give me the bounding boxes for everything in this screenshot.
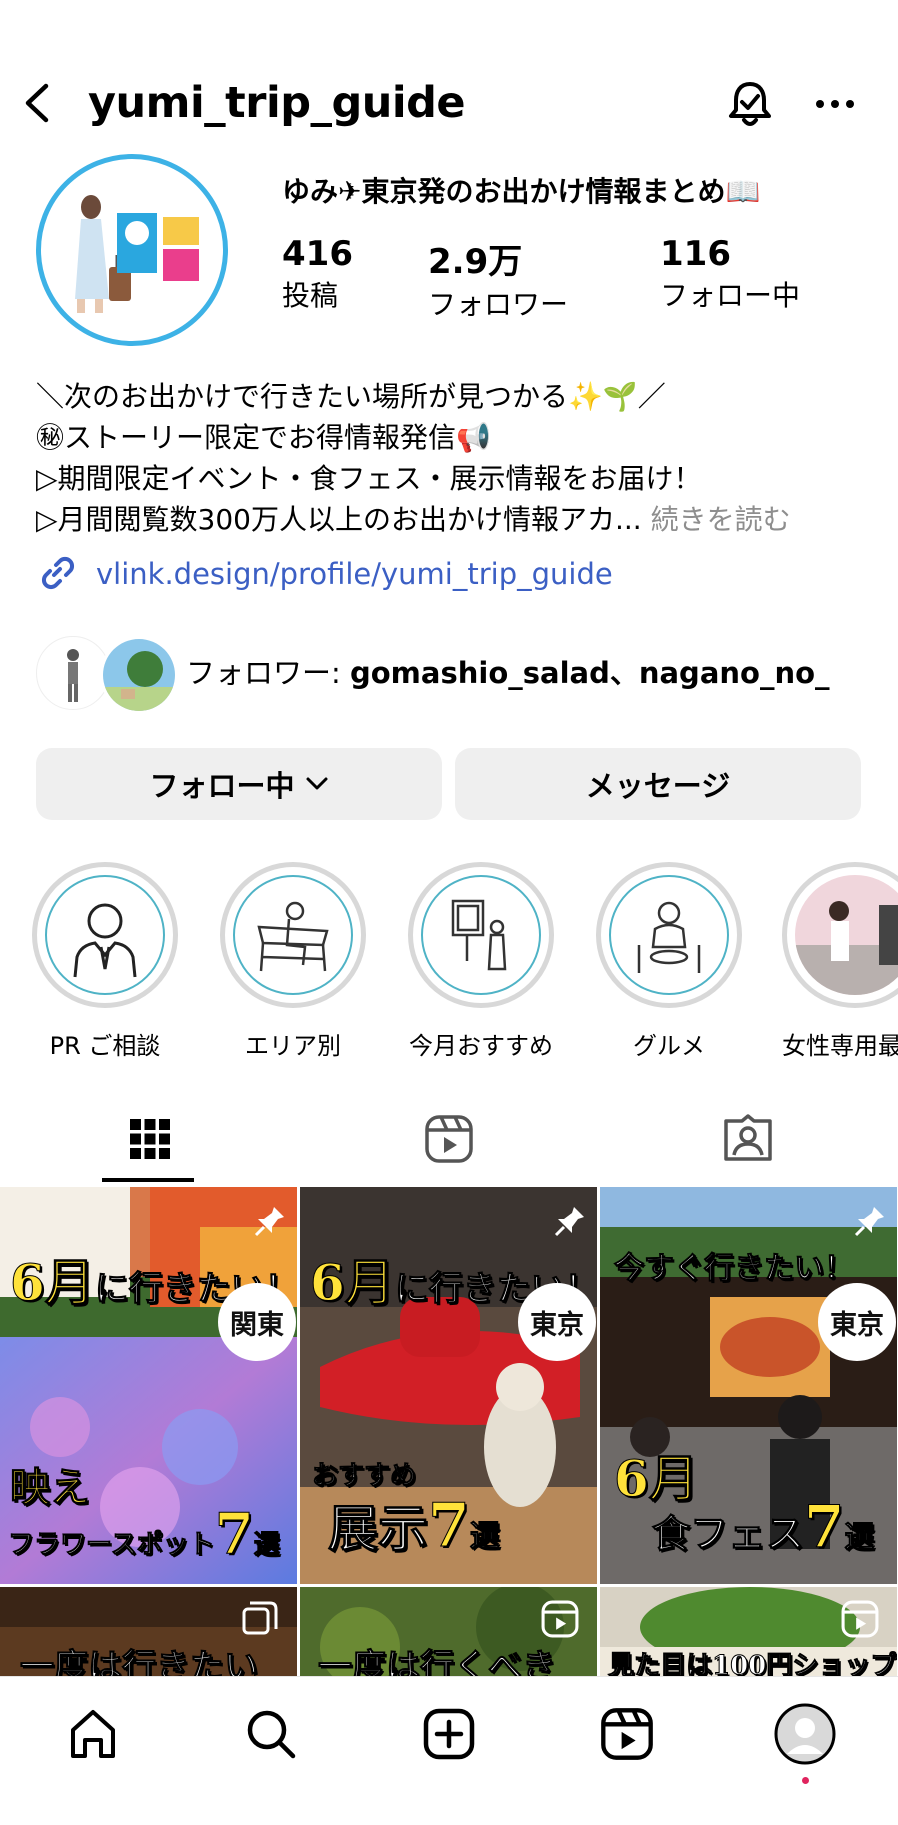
- post-title-num: 7: [804, 1493, 845, 1562]
- bio-more-link[interactable]: 続きを読む: [651, 503, 791, 536]
- highlight-pr[interactable]: PR ご相談: [30, 862, 180, 1061]
- stat-following-label: フォロー中: [660, 279, 801, 312]
- highlight-label: グルメ: [633, 1032, 705, 1060]
- stat-posts[interactable]: 416 投稿: [282, 234, 353, 314]
- post-region-badge: 東京: [818, 1283, 896, 1361]
- display-name: ゆみ✈東京発のお出かけ情報まとめ📖: [282, 175, 761, 208]
- back-icon[interactable]: [18, 78, 58, 128]
- post-tile[interactable]: 見た目は100円ショップ: [600, 1587, 897, 1677]
- chevron-down-icon: [305, 776, 329, 792]
- stat-following-count: 116: [660, 234, 731, 274]
- highlight-gourmet[interactable]: グルメ: [594, 862, 744, 1061]
- notification-dot: [802, 1777, 809, 1784]
- post-title-select: 選: [253, 1530, 280, 1561]
- profile-bio: ＼次のお出かけで行きたい場所が見つかる✨🌱／ ㊙ストーリー限定でお得情報発信📢 …: [36, 376, 876, 540]
- highlight-label: 女性専用最: [782, 1032, 898, 1060]
- post-tile[interactable]: 6月に行きたい！ 関東 映え フラワースポット7選: [0, 1187, 297, 1584]
- mutual-follower-avatar: [36, 636, 110, 710]
- search-icon[interactable]: [236, 1699, 306, 1769]
- mutual-follower-avatar: [100, 636, 178, 714]
- post-tile[interactable]: 一度は行きたい: [0, 1587, 297, 1677]
- businessman-icon: [45, 875, 165, 995]
- stat-followers-count: 2.9万: [428, 242, 523, 282]
- bio-line: ＼次のお出かけで行きたい場所が見つかる✨🌱／: [36, 380, 666, 413]
- active-tab-indicator: [102, 1178, 194, 1182]
- post-region-badge: 関東: [218, 1283, 296, 1361]
- stat-posts-label: 投稿: [282, 279, 339, 312]
- post-title-select: 選: [469, 1519, 500, 1555]
- reels-nav-icon[interactable]: [592, 1699, 662, 1769]
- post-title-top: 6月: [310, 1253, 396, 1313]
- carousel-icon: [240, 1599, 280, 1643]
- post-grid: 6月に行きたい！ 関東 映え フラワースポット7選 6月に行きたい！ 東京 おす…: [0, 1187, 898, 1677]
- highlight-women[interactable]: 女性専用最: [782, 862, 898, 1061]
- museum-visitor-icon: [421, 875, 541, 995]
- reels-icon: [423, 1113, 475, 1169]
- tagged-person-icon: [722, 1113, 774, 1169]
- pin-icon: [852, 1203, 888, 1243]
- post-region-badge: 東京: [518, 1283, 596, 1361]
- highlight-photo: [795, 875, 898, 995]
- more-options-icon[interactable]: [810, 84, 860, 124]
- profile-link-text[interactable]: vlink.design/profile/yumi_trip_guide: [96, 557, 613, 591]
- post-title-select: 選: [844, 1520, 875, 1556]
- bench-reading-icon: [233, 875, 353, 995]
- highlight-monthly[interactable]: 今月おすすめ: [406, 862, 556, 1061]
- profile-tabs: [0, 1100, 898, 1182]
- post-title-line2: 食フェス: [651, 1511, 805, 1557]
- tab-grid[interactable]: [0, 1100, 299, 1182]
- post-title-top: 一度は行きたい: [20, 1647, 259, 1678]
- message-button-label: メッセージ: [585, 769, 731, 803]
- following-button[interactable]: フォロー中: [36, 748, 442, 820]
- pin-icon: [252, 1203, 288, 1243]
- highlight-label: 今月おすすめ: [409, 1032, 553, 1060]
- post-title-top: 見た目は100円ショップ: [607, 1651, 897, 1678]
- mutual-followers-prefix: フォロワー:: [186, 656, 350, 690]
- tab-tagged[interactable]: [598, 1100, 897, 1182]
- message-button[interactable]: メッセージ: [455, 748, 861, 820]
- following-button-label: フォロー中: [149, 769, 295, 803]
- stat-posts-count: 416: [282, 234, 353, 274]
- grid-icon: [128, 1117, 172, 1165]
- post-tile[interactable]: 6月に行きたい！ 東京 おすすめ 展示7選: [300, 1187, 597, 1584]
- profile-link[interactable]: vlink.design/profile/yumi_trip_guide: [36, 552, 613, 596]
- mutual-followers[interactable]: フォロワー: gomashio_salad、nagano_no_: [36, 632, 896, 714]
- post-title-line1: おすすめ: [311, 1461, 417, 1492]
- dining-woman-icon: [609, 875, 729, 995]
- post-title-line2: フラワースポット: [8, 1530, 216, 1561]
- post-title-line2: 展示: [328, 1499, 429, 1559]
- pin-icon: [552, 1203, 588, 1243]
- post-title-num: 7: [214, 1501, 254, 1568]
- notification-bell-icon[interactable]: [722, 76, 778, 132]
- mutual-followers-names: gomashio_salad、nagano_no_: [350, 656, 830, 690]
- post-title-num: 7: [428, 1491, 471, 1562]
- stat-followers[interactable]: 2.9万 フォロワー: [428, 234, 568, 323]
- post-title-top: 一度は行くべき: [318, 1647, 557, 1678]
- bio-line: ▷月間閲覧数300万人以上のお出かけ情報アカ...: [36, 503, 642, 536]
- stat-following[interactable]: 116 フォロー中: [660, 234, 800, 314]
- profile-nav-avatar[interactable]: [770, 1699, 840, 1769]
- reel-icon: [840, 1599, 880, 1643]
- reel-icon: [540, 1599, 580, 1643]
- profile-avatar[interactable]: [36, 154, 228, 346]
- stat-followers-label: フォロワー: [428, 288, 569, 321]
- create-post-icon[interactable]: [414, 1699, 484, 1769]
- link-icon: [36, 551, 78, 597]
- highlight-label: エリア別: [245, 1032, 341, 1060]
- profile-username: yumi_trip_guide: [88, 78, 466, 128]
- tab-reels[interactable]: [299, 1100, 598, 1182]
- bottom-navigation: [0, 1676, 898, 1825]
- highlight-label: PR ご相談: [49, 1032, 161, 1060]
- bio-line: ▷期間限定イベント・食フェス・展示情報をお届け！: [36, 462, 702, 495]
- bio-line: ㊙ストーリー限定でお得情報発信📢: [36, 421, 491, 454]
- post-title-top: 6月: [10, 1253, 96, 1313]
- post-tile[interactable]: 一度は行くべき: [300, 1587, 597, 1677]
- highlight-area[interactable]: エリア別: [218, 862, 368, 1061]
- post-tile[interactable]: 今すぐ行きたい！ 東京 6月 食フェス7選: [600, 1187, 897, 1584]
- home-icon[interactable]: [58, 1699, 128, 1769]
- post-title-top: 今すぐ行きたい！: [614, 1251, 855, 1287]
